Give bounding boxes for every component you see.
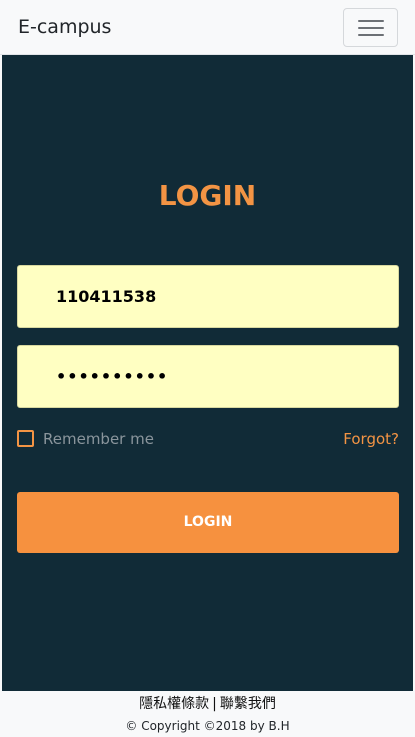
footer-links: 隱私權條款 | 聯繫我們 bbox=[0, 694, 415, 714]
login-button[interactable]: LOGIN bbox=[17, 492, 399, 553]
password-value: •••••••••• bbox=[56, 367, 169, 386]
login-panel: LOGIN 110411538 •••••••••• Remember me F… bbox=[2, 55, 413, 691]
footer-separator: | bbox=[212, 696, 217, 712]
menu-bar-line bbox=[358, 34, 384, 36]
username-value: 110411538 bbox=[56, 287, 157, 306]
brand-logo-text[interactable]: E-campus bbox=[18, 14, 111, 40]
forgot-password-link[interactable]: Forgot? bbox=[343, 429, 399, 449]
footer: 隱私權條款 | 聯繫我們 © Copyright ©2018 by B.H bbox=[0, 691, 415, 737]
login-title: LOGIN bbox=[158, 179, 257, 212]
password-field[interactable]: •••••••••• bbox=[17, 345, 399, 408]
hamburger-menu-icon[interactable] bbox=[343, 8, 398, 47]
remember-label: Remember me bbox=[43, 430, 154, 448]
username-field[interactable]: 110411538 bbox=[17, 265, 399, 328]
top-navbar: E-campus bbox=[0, 0, 415, 55]
contact-us-link[interactable]: 聯繫我們 bbox=[220, 696, 276, 712]
menu-bar-line bbox=[358, 27, 384, 29]
remember-checkbox[interactable] bbox=[17, 430, 34, 447]
menu-bar-line bbox=[358, 20, 384, 22]
copyright-text: © Copyright ©2018 by B.H bbox=[125, 719, 290, 733]
privacy-policy-link[interactable]: 隱私權條款 bbox=[139, 696, 209, 712]
